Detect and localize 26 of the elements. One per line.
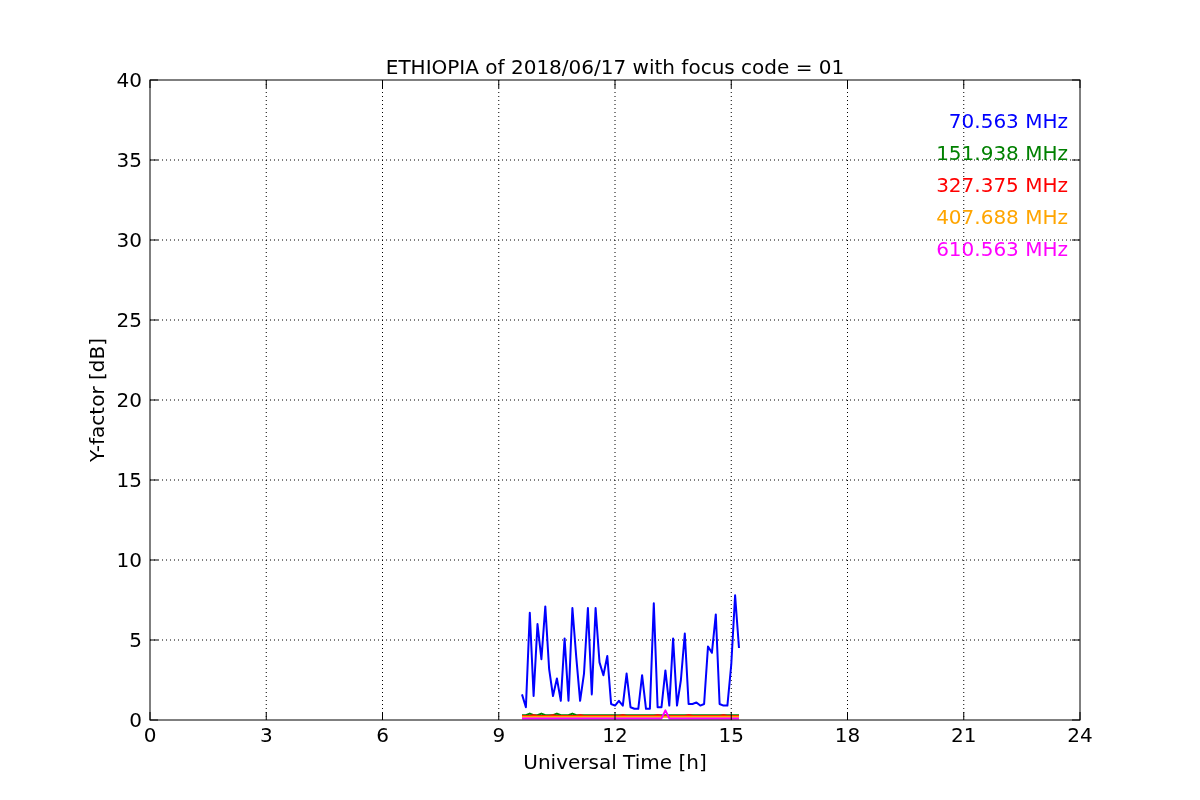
x-tick-label: 15 [718,723,744,747]
y-tick-label: 35 [116,148,142,172]
y-axis-label: Y-factor [dB] [85,338,109,462]
y-tick-label: 20 [116,388,142,412]
x-tick-label: 18 [834,723,861,747]
x-tick-label: 9 [492,723,506,747]
y-tick-label: 5 [129,628,142,652]
y-tick-label: 25 [116,308,142,332]
x-tick-label: 24 [1067,723,1093,747]
legend-label: 151.938 MHz [936,141,1068,165]
y-tick-label: 30 [116,228,142,252]
chart-title: ETHIOPIA of 2018/06/17 with focus code = 01 [385,55,845,79]
y-tick-label: 0 [129,708,142,732]
y-tick-label: 10 [116,548,142,572]
y-tick-label: 40 [116,68,142,92]
legend-label: 407.688 MHz [936,205,1068,229]
x-tick-label: 6 [376,723,389,747]
x-tick-label: 0 [143,723,157,747]
legend-label: 610.563 MHz [936,237,1068,261]
legend-label: 70.563 MHz [948,109,1068,133]
y-tick-label: 15 [116,468,142,492]
legend-label: 327.375 MHz [936,173,1068,197]
x-axis-label: Universal Time [h] [523,750,707,774]
x-tick-label: 12 [602,723,628,747]
x-tick-label: 3 [259,723,273,747]
x-tick-label: 21 [951,723,977,747]
